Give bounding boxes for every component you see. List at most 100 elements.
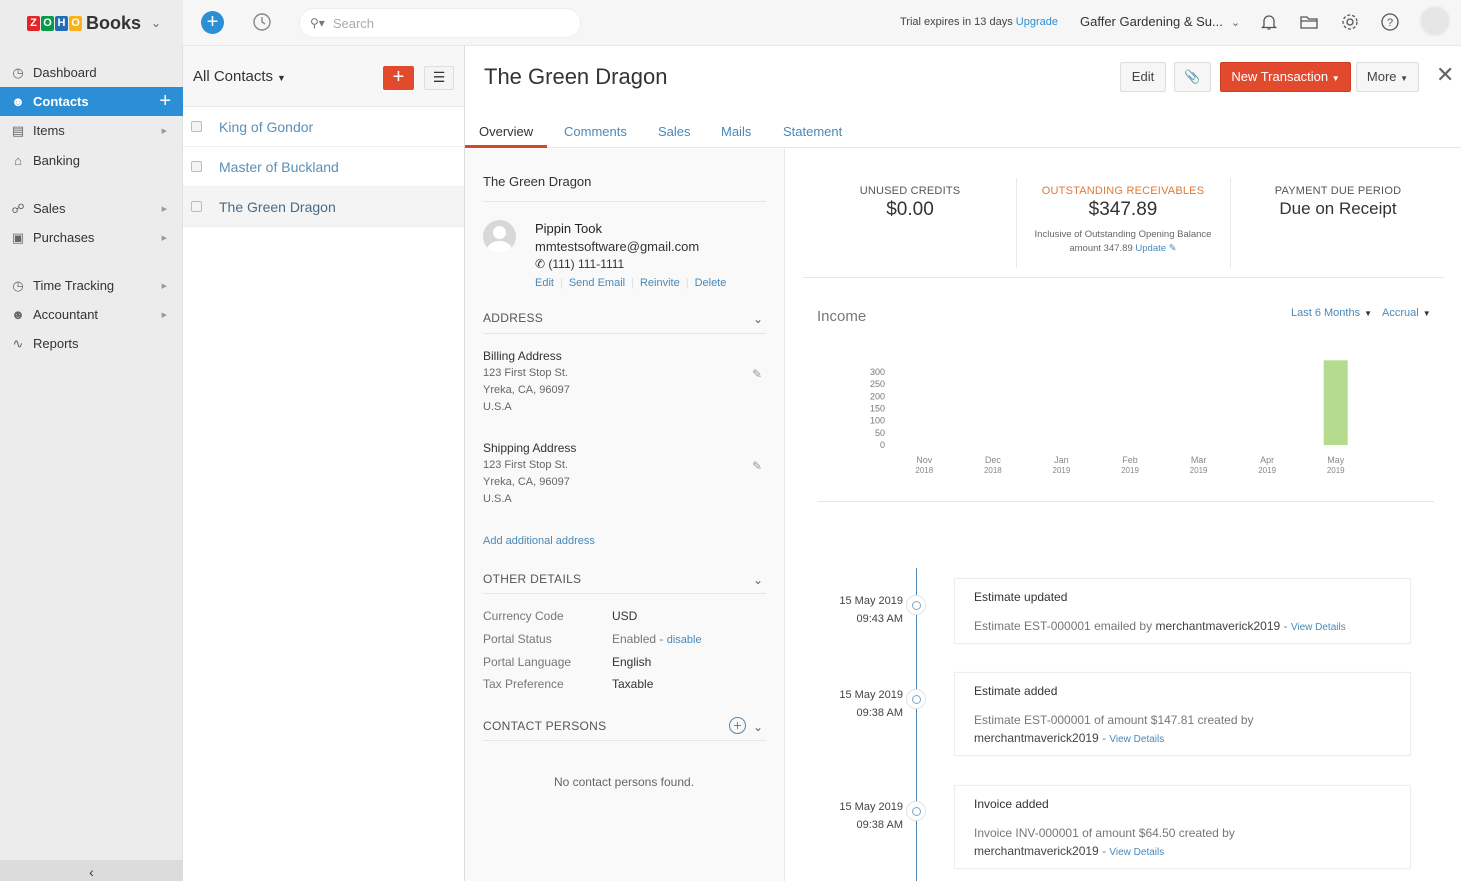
sidebar-item-accountant[interactable]: ☻ Accountant ▶ bbox=[0, 300, 183, 329]
contact-name[interactable]: Master of Buckland bbox=[219, 159, 339, 175]
contact-name[interactable]: The Green Dragon bbox=[219, 199, 336, 215]
add-address-link[interactable]: Add additional address bbox=[483, 535, 595, 547]
search-bar[interactable]: ⚲▾ bbox=[299, 8, 581, 38]
detail-key: Currency Code bbox=[483, 609, 564, 623]
new-contact-button[interactable]: + bbox=[383, 66, 414, 90]
stat-value: $0.00 bbox=[886, 199, 934, 220]
contact-persons-section-title[interactable]: CONTACT PERSONS bbox=[483, 719, 606, 733]
company-name: The Green Dragon bbox=[483, 174, 592, 189]
sidebar: ◷ Dashboard ☻ Contacts + ▤ Items ▶ ⌂ Ban… bbox=[0, 46, 183, 881]
income-bar[interactable] bbox=[1323, 360, 1348, 445]
user-avatar[interactable] bbox=[1419, 5, 1451, 37]
view-details-link[interactable]: View Details bbox=[1291, 622, 1346, 633]
brand-switcher[interactable]: Z O H O Books ⌄ bbox=[0, 0, 183, 46]
edit-pencil-icon[interactable]: ✎ bbox=[1169, 243, 1177, 254]
event-body: Estimate EST-000001 of amount $147.81 cr… bbox=[974, 713, 1254, 745]
update-opening-balance-link[interactable]: Update bbox=[1135, 243, 1166, 254]
edit-shipping-pencil-icon[interactable]: ✎ bbox=[752, 459, 762, 473]
y-tick-label: 150 bbox=[870, 404, 885, 414]
recent-history-button[interactable] bbox=[251, 11, 273, 33]
detail-tabs: Overview Comments Sales Mails Statement bbox=[465, 116, 1461, 148]
sidebar-item-reports[interactable]: ∿ Reports bbox=[0, 329, 183, 358]
row-checkbox[interactable] bbox=[191, 121, 202, 132]
tab-statement[interactable]: Statement bbox=[783, 124, 842, 139]
upgrade-link[interactable]: Upgrade bbox=[1016, 16, 1058, 28]
event-date: 15 May 2019 bbox=[839, 595, 903, 607]
help-icon: ? bbox=[1381, 13, 1399, 31]
event-user: merchantmaverick2019 bbox=[974, 844, 1099, 858]
period-filter-dropdown[interactable]: Last 6 Months ▼ bbox=[1291, 307, 1372, 319]
contact-row[interactable]: King of Gondor bbox=[183, 107, 464, 147]
contact-filter-label: All Contacts bbox=[193, 68, 274, 85]
disable-portal-link[interactable]: disable bbox=[667, 634, 702, 646]
more-button[interactable]: More ▼ bbox=[1356, 62, 1419, 92]
detail-key: Portal Language bbox=[483, 655, 572, 669]
delete-person-link[interactable]: Delete bbox=[695, 277, 727, 289]
y-tick-label: 200 bbox=[870, 391, 885, 401]
tab-comments[interactable]: Comments bbox=[564, 124, 627, 139]
search-icon[interactable]: ⚲▾ bbox=[310, 16, 325, 30]
x-tick-label: Nov bbox=[916, 455, 933, 465]
contact-name[interactable]: King of Gondor bbox=[219, 119, 313, 135]
settings-button[interactable] bbox=[1340, 12, 1360, 32]
edit-person-link[interactable]: Edit bbox=[535, 277, 554, 289]
contacts-icon: ☻ bbox=[11, 94, 25, 109]
row-checkbox[interactable] bbox=[191, 201, 202, 212]
contact-list-header: All Contacts ▼ + ☰ bbox=[183, 46, 464, 107]
documents-button[interactable] bbox=[1299, 12, 1319, 32]
tab-mails[interactable]: Mails bbox=[721, 124, 751, 139]
basis-filter-dropdown[interactable]: Accrual ▼ bbox=[1382, 307, 1431, 319]
chevron-down-icon[interactable]: ⌄ bbox=[753, 720, 763, 734]
sidebar-item-purchases[interactable]: ▣ Purchases ▶ bbox=[0, 223, 183, 252]
edit-billing-pencil-icon[interactable]: ✎ bbox=[752, 367, 762, 381]
contact-row[interactable]: The Green Dragon bbox=[183, 187, 464, 227]
history-icon bbox=[253, 13, 271, 31]
contact-filter-dropdown[interactable]: All Contacts ▼ bbox=[193, 68, 286, 85]
sidebar-item-banking[interactable]: ⌂ Banking bbox=[0, 146, 183, 175]
list-menu-button[interactable]: ☰ bbox=[424, 66, 454, 90]
sidebar-item-time-tracking[interactable]: ◷ Time Tracking ▶ bbox=[0, 271, 183, 300]
view-details-link[interactable]: View Details bbox=[1109, 734, 1164, 745]
other-details-section-title[interactable]: OTHER DETAILS bbox=[483, 572, 581, 586]
tab-sales[interactable]: Sales bbox=[658, 124, 691, 139]
timeline-card: Invoice added Invoice INV-000001 of amou… bbox=[954, 785, 1411, 869]
chevron-down-icon[interactable]: ⌄ bbox=[753, 573, 763, 587]
view-details-link[interactable]: View Details bbox=[1109, 847, 1164, 858]
new-transaction-button[interactable]: New Transaction ▼ bbox=[1220, 62, 1351, 92]
sidebar-item-items[interactable]: ▤ Items ▶ bbox=[0, 116, 183, 145]
stat-value: Due on Receipt bbox=[1279, 199, 1397, 218]
timeline-event-icon bbox=[906, 595, 926, 615]
contact-row[interactable]: Master of Buckland bbox=[183, 147, 464, 187]
search-input[interactable] bbox=[332, 15, 553, 31]
bell-icon bbox=[1260, 15, 1278, 30]
notifications-button[interactable] bbox=[1259, 12, 1279, 32]
add-contact-icon[interactable]: + bbox=[159, 90, 171, 113]
address-section-title[interactable]: ADDRESS bbox=[483, 311, 543, 325]
collapse-sidebar-button[interactable]: ‹ bbox=[0, 860, 183, 881]
logo-letter: O bbox=[41, 15, 54, 31]
tab-overview[interactable]: Overview bbox=[479, 124, 533, 139]
reinvite-link[interactable]: Reinvite bbox=[640, 277, 680, 289]
row-checkbox[interactable] bbox=[191, 161, 202, 172]
outstanding-receivables-stat: OUTSTANDING RECEIVABLES $347.89 Inclusiv… bbox=[1018, 185, 1228, 256]
note-text: Inclusive of Outstanding Opening Balance bbox=[1034, 229, 1212, 240]
zoho-logo: Z O H O bbox=[27, 15, 83, 31]
organization-switcher[interactable]: Gaffer Gardening & Su... ⌄ bbox=[1080, 14, 1240, 29]
sidebar-item-sales[interactable]: ☍ Sales ▶ bbox=[0, 194, 183, 223]
send-email-link[interactable]: Send Email bbox=[569, 277, 625, 289]
bank-icon: ⌂ bbox=[14, 153, 22, 168]
sidebar-item-label: Sales bbox=[33, 201, 66, 216]
trial-notice: Trial expires in 13 days Upgrade bbox=[900, 16, 1058, 28]
sidebar-item-contacts[interactable]: ☻ Contacts + bbox=[0, 87, 183, 116]
close-icon[interactable]: ✕ bbox=[1436, 64, 1454, 86]
attach-button[interactable]: 📎 bbox=[1174, 62, 1211, 92]
chevron-down-icon[interactable]: ⌄ bbox=[753, 312, 763, 326]
x-tick-label: 2019 bbox=[1053, 466, 1071, 475]
quick-create-button[interactable]: + bbox=[201, 11, 224, 34]
edit-button[interactable]: Edit bbox=[1120, 62, 1166, 92]
sidebar-item-dashboard[interactable]: ◷ Dashboard bbox=[0, 58, 183, 87]
add-contact-person-icon[interactable]: + bbox=[729, 717, 746, 734]
divider bbox=[1230, 178, 1231, 268]
help-button[interactable]: ? bbox=[1380, 12, 1400, 32]
divider bbox=[803, 277, 1444, 278]
